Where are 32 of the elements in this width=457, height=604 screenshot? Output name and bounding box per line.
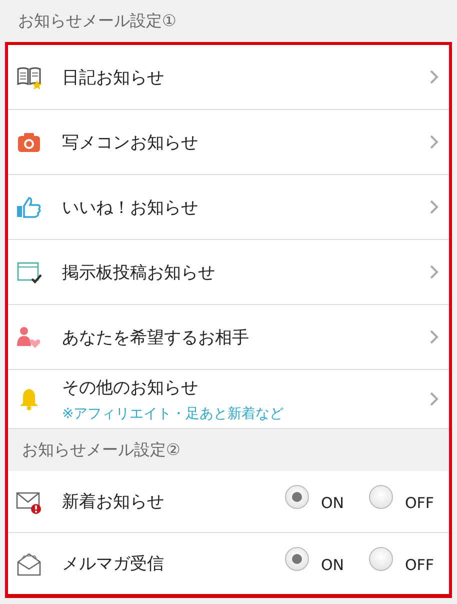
- thumbs-up-icon: [16, 194, 42, 220]
- note-text: ※アフィリエイト・足あと新着など: [62, 404, 285, 422]
- menu-label: 日記お知らせ: [62, 66, 165, 88]
- setting-label: 新着お知らせ: [62, 491, 165, 513]
- chevron-right-icon: [429, 69, 439, 85]
- option-label: OFF: [405, 556, 436, 574]
- radio-option[interactable]: ON: [285, 547, 355, 574]
- section-header: お知らせメール設定②: [8, 429, 449, 471]
- menu-label: その他のお知らせ: [62, 376, 199, 398]
- chevron-right-icon: [429, 199, 439, 215]
- open-mail-icon: [16, 550, 42, 576]
- radio-button[interactable]: [285, 547, 309, 571]
- radio-option[interactable]: OFF: [369, 547, 439, 574]
- menu-label: あなたを希望するお相手: [62, 326, 250, 348]
- radio-option[interactable]: ON: [285, 485, 355, 512]
- chevron-right-icon: [429, 134, 439, 150]
- option-label: ON: [321, 494, 346, 512]
- radio-button[interactable]: [285, 485, 309, 509]
- menu-label: いいね！お知らせ: [62, 196, 199, 218]
- option-label: OFF: [405, 494, 436, 512]
- radio-option[interactable]: OFF: [369, 485, 439, 512]
- setting-label: メルマガ受信: [62, 553, 165, 575]
- chevron-right-icon: [429, 264, 439, 280]
- chevron-right-icon: [429, 391, 439, 407]
- radio-button[interactable]: [369, 485, 393, 509]
- menu-label: 写メコンお知らせ: [62, 132, 199, 154]
- radio-button[interactable]: [369, 547, 393, 571]
- menu-label: 掲示板投稿お知らせ: [62, 262, 216, 284]
- person-heart-icon: [16, 324, 42, 350]
- chevron-right-icon: [429, 329, 439, 345]
- section-header: お知らせメール設定①: [17, 10, 178, 32]
- option-label: ON: [321, 556, 346, 574]
